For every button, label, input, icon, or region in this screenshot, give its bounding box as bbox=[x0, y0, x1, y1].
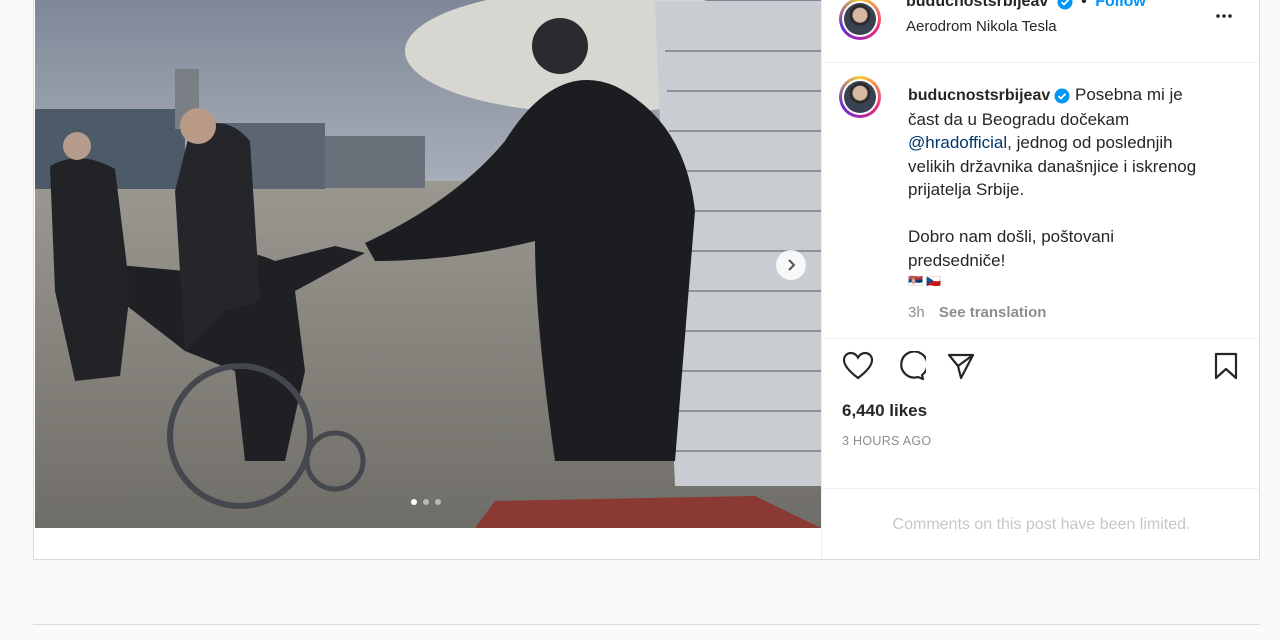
caption-avatar[interactable] bbox=[839, 76, 881, 118]
share-button[interactable] bbox=[946, 351, 976, 386]
post-timestamp: 3 HOURS AGO bbox=[842, 434, 932, 448]
heart-icon bbox=[842, 351, 874, 380]
caption-meta: 3h See translation bbox=[908, 304, 1046, 321]
caption-text: , jednog od poslednjih bbox=[1007, 133, 1173, 152]
flags-emoji: 🇷🇸 🇨🇿 bbox=[908, 274, 942, 288]
caption-username[interactable]: buducnostsrbijeav bbox=[908, 87, 1050, 104]
header-user-row: buducnostsrbijeav • Follow bbox=[906, 0, 1146, 11]
share-icon bbox=[947, 353, 975, 380]
more-options-button[interactable] bbox=[1212, 4, 1236, 33]
post-sidebar: buducnostsrbijeav • Follow Aerodrom Niko… bbox=[821, 0, 1261, 559]
carousel-next-button[interactable] bbox=[776, 250, 806, 280]
see-translation-button[interactable]: See translation bbox=[939, 304, 1047, 321]
location-link[interactable]: Aerodrom Nikola Tesla bbox=[906, 18, 1057, 35]
post-caption: buducnostsrbijeav Posebna mi je čast da … bbox=[908, 83, 1228, 290]
like-button[interactable] bbox=[842, 351, 874, 386]
page-divider bbox=[33, 624, 1260, 625]
avatar-image bbox=[844, 3, 876, 35]
carousel-dot bbox=[435, 499, 441, 505]
caption-text: čast da u Beogradu dočekam bbox=[908, 109, 1130, 129]
follow-button[interactable]: Follow bbox=[1095, 0, 1146, 10]
mention-link[interactable]: @hradofficial bbox=[908, 133, 1007, 152]
carousel-dot bbox=[411, 499, 417, 505]
caption-text: predsedniče! bbox=[908, 250, 1006, 270]
bookmark-icon bbox=[1214, 352, 1238, 380]
comment-button[interactable] bbox=[894, 350, 929, 386]
carousel-indicator bbox=[411, 499, 441, 505]
more-options-icon bbox=[1216, 14, 1232, 18]
comment-icon bbox=[900, 350, 929, 381]
verified-badge-icon bbox=[1057, 0, 1073, 10]
instagram-post: buducnostsrbijeav • Follow Aerodrom Niko… bbox=[33, 0, 1261, 560]
caption-text: Posebna mi je bbox=[1074, 85, 1183, 104]
post-media[interactable] bbox=[35, 0, 821, 528]
post-photo bbox=[35, 0, 821, 528]
post-header: buducnostsrbijeav • Follow Aerodrom Niko… bbox=[822, 0, 1261, 63]
caption-age: 3h bbox=[908, 304, 925, 321]
caption-text: velikih državnika današnjice i iskrenog bbox=[908, 156, 1197, 176]
verified-badge-icon bbox=[1054, 88, 1070, 104]
carousel-dot bbox=[423, 499, 429, 505]
save-button[interactable] bbox=[1213, 351, 1239, 386]
likes-count[interactable]: 6,440 likes bbox=[842, 401, 927, 421]
caption-text: Dobro nam došli, poštovani bbox=[908, 227, 1115, 246]
username-link[interactable]: buducnostsrbijeav bbox=[906, 0, 1048, 10]
avatar-image bbox=[844, 81, 876, 113]
comments-limited-notice: Comments on this post have been limited. bbox=[822, 488, 1261, 560]
chevron-right-icon bbox=[788, 259, 796, 271]
avatar[interactable] bbox=[839, 0, 881, 40]
caption-text: prijatelja Srbije. bbox=[908, 180, 1025, 199]
separator-dot: • bbox=[1081, 0, 1087, 10]
